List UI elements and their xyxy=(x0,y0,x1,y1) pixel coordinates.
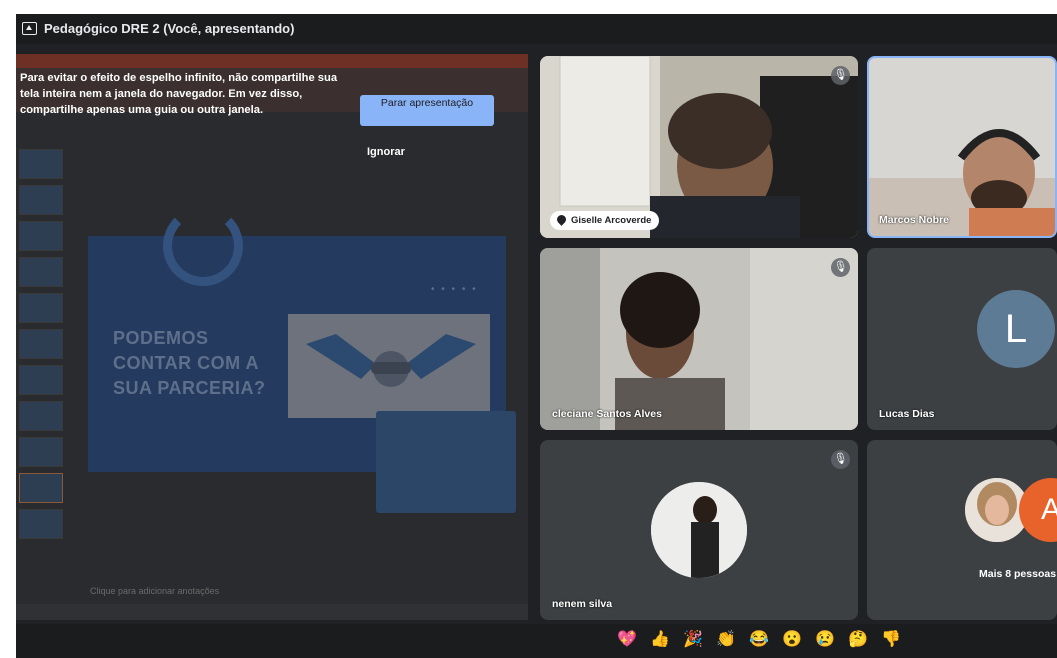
slide-thumbnail[interactable] xyxy=(19,185,63,215)
participant-name: Marcos Nobre xyxy=(879,214,950,226)
slide-thumbnail[interactable] xyxy=(19,221,63,251)
stop-presenting-button[interactable]: Parar apresentação xyxy=(360,95,494,126)
slide-thumbnail[interactable] xyxy=(19,149,63,179)
thinking-reaction-icon[interactable]: 🤔 xyxy=(848,630,868,650)
sad-reaction-icon[interactable]: 😢 xyxy=(815,630,835,650)
current-slide: • • • • • PODEMOS CONTAR COM A SUA PARCE… xyxy=(88,206,516,513)
thumbs-up-reaction-icon[interactable]: 👍 xyxy=(650,630,670,650)
pin-icon xyxy=(555,213,568,226)
powerpoint-notes-bar: Clique para adicionar anotações xyxy=(16,576,528,620)
avatar: L xyxy=(977,290,1055,368)
slide-headline-line: SUA PARCERIA? xyxy=(113,378,266,398)
slide-blue-block xyxy=(376,411,516,513)
handshake-icon xyxy=(306,334,476,387)
video-feed xyxy=(869,58,1055,236)
party-reaction-icon[interactable]: 🎉 xyxy=(683,630,703,650)
title-bar: Pedagógico DRE 2 (Você, apresentando) xyxy=(16,14,1057,44)
powerpoint-status-bar xyxy=(16,604,528,620)
reactions-bar: 💖 👍 🎉 👏 😂 😮 😢 🤔 👎 xyxy=(16,624,1057,658)
participant-tile[interactable]: L Lucas Dias xyxy=(867,248,1057,430)
participant-name: Giselle Arcoverde xyxy=(571,215,652,226)
participant-name: nenem silva xyxy=(552,598,613,610)
slide-thumbnail[interactable] xyxy=(19,365,63,395)
slide-headline-line: CONTAR COM A xyxy=(113,353,259,373)
slide-headline-line: PODEMOS xyxy=(113,328,209,348)
participant-tile[interactable]: Marcos Nobre xyxy=(867,56,1057,238)
slide-headline: PODEMOS CONTAR COM A SUA PARCERIA? xyxy=(113,326,266,401)
slide-thumbnail[interactable] xyxy=(19,401,63,431)
muted-mic-icon: 🎙 xyxy=(831,66,850,85)
thumbs-down-reaction-icon[interactable]: 👎 xyxy=(881,630,901,650)
participant-name: Lucas Dias xyxy=(879,408,935,420)
video-feed xyxy=(540,248,858,430)
participant-tile[interactable]: 🎙 cleciane Santos Alves xyxy=(540,248,858,430)
more-participants-tile[interactable]: A Mais 8 pessoas xyxy=(867,440,1057,620)
meeting-title: Pedagógico DRE 2 (Você, apresentando) xyxy=(44,21,295,36)
slide-thumbnail-selected[interactable] xyxy=(19,473,63,503)
avatar: A xyxy=(1019,478,1057,542)
pinned-name-chip[interactable]: Giselle Arcoverde xyxy=(550,211,660,230)
present-screen-icon xyxy=(22,22,37,35)
more-participants-label: Mais 8 pessoas xyxy=(979,568,1057,580)
slide-thumbnail[interactable] xyxy=(19,293,63,323)
participant-tile[interactable]: 🎙 Giselle Arcoverde xyxy=(540,56,858,238)
muted-mic-icon: 🎙 xyxy=(831,258,850,277)
slide-thumbnail[interactable] xyxy=(19,257,63,287)
shared-screen: • • • • • PODEMOS CONTAR COM A SUA PARCE… xyxy=(16,54,528,620)
notes-placeholder[interactable]: Clique para adicionar anotações xyxy=(90,586,219,596)
slide-decoration-arc xyxy=(163,206,243,286)
muted-mic-icon: 🎙 xyxy=(831,450,850,469)
ignore-button[interactable]: Ignorar xyxy=(367,146,405,158)
mirror-warning-text: Para evitar o efeito de espelho infinito… xyxy=(20,72,338,116)
participant-name: cleciane Santos Alves xyxy=(552,408,662,420)
meet-window: Pedagógico DRE 2 (Você, apresentando) • … xyxy=(16,14,1057,658)
avatar-photo xyxy=(651,482,747,578)
slide-dots: • • • • • xyxy=(431,284,478,295)
slide-thumbnails xyxy=(16,149,64,589)
heart-reaction-icon[interactable]: 💖 xyxy=(617,630,637,650)
clap-reaction-icon[interactable]: 👏 xyxy=(716,630,736,650)
slide-thumbnail[interactable] xyxy=(19,329,63,359)
surprised-reaction-icon[interactable]: 😮 xyxy=(782,630,802,650)
laugh-reaction-icon[interactable]: 😂 xyxy=(749,630,769,650)
slide-thumbnail[interactable] xyxy=(19,437,63,467)
slide-thumbnail[interactable] xyxy=(19,509,63,539)
avatar xyxy=(651,482,747,578)
participant-tile[interactable]: 🎙 nenem silva xyxy=(540,440,858,620)
